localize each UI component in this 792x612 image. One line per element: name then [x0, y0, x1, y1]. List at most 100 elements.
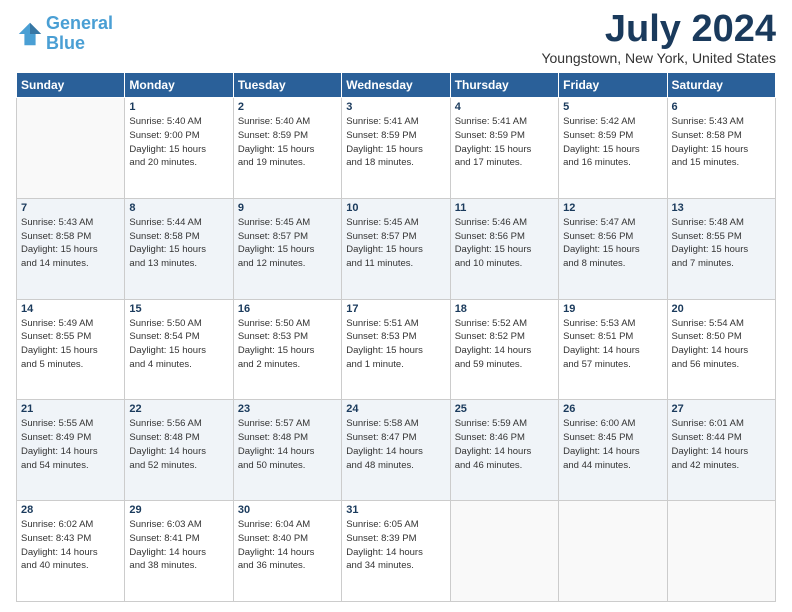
day-info: Sunrise: 5:54 AM Sunset: 8:50 PM Dayligh… — [672, 317, 771, 372]
logo-text: General Blue — [46, 14, 113, 54]
table-row: 10Sunrise: 5:45 AM Sunset: 8:57 PM Dayli… — [342, 198, 450, 299]
day-number: 1 — [129, 101, 228, 113]
day-info: Sunrise: 5:51 AM Sunset: 8:53 PM Dayligh… — [346, 317, 445, 372]
table-row: 12 Sunrise: 5:47 AM Sunset: 8:56 PM Dayli… — [559, 198, 667, 299]
day-info: Sunrise: 5:48 AM Sunset: 8:55 PM Dayligh… — [672, 216, 771, 271]
table-row: 28Sunrise: 6:02 AM Sunset: 8:43 PM Dayli… — [17, 501, 125, 602]
day-number: 13 — [672, 202, 771, 214]
day-info: Sunrise: 5:56 AM Sunset: 8:48 PM Dayligh… — [129, 417, 228, 472]
day-info: Sunrise: 5:44 AM Sunset: 8:58 PM Dayligh… — [129, 216, 228, 271]
table-row — [450, 501, 558, 602]
day-info: Sunrise: 6:00 AM Sunset: 8:45 PM Dayligh… — [563, 417, 662, 472]
day-info: Sunrise: 6:04 AM Sunset: 8:40 PM Dayligh… — [238, 518, 337, 573]
day-number: 27 — [672, 403, 771, 415]
day-number: 28 — [21, 504, 120, 516]
day-info: Sunrise: 5:41 AM Sunset: 8:59 PM Dayligh… — [455, 115, 554, 170]
day-info: Sunrise: 5:57 AM Sunset: 8:48 PM Dayligh… — [238, 417, 337, 472]
table-row: 25 Sunrise: 5:59 AM Sunset: 8:46 PM Dayli… — [450, 400, 558, 501]
day-info: Sunrise: 6:03 AM Sunset: 8:41 PM Dayligh… — [129, 518, 228, 573]
col-monday: Monday — [125, 73, 233, 98]
day-number: 30 — [238, 504, 337, 516]
table-row: 20Sunrise: 5:54 AM Sunset: 8:50 PM Dayli… — [667, 299, 775, 400]
day-number: 7 — [21, 202, 120, 214]
table-row: 14 Sunrise: 5:49 AM Sunset: 8:55 PM Dayli… — [17, 299, 125, 400]
header: General Blue July 2024 Youngstown, New Y… — [16, 10, 776, 66]
day-info: Sunrise: 6:05 AM Sunset: 8:39 PM Dayligh… — [346, 518, 445, 573]
calendar-week-row: 21 Sunrise: 5:55 AM Sunset: 8:49 PM Dayli… — [17, 400, 776, 501]
table-row: 9 Sunrise: 5:45 AM Sunset: 8:57 PM Daylig… — [233, 198, 341, 299]
calendar-week-row: 1Sunrise: 5:40 AM Sunset: 9:00 PM Daylig… — [17, 98, 776, 199]
col-wednesday: Wednesday — [342, 73, 450, 98]
table-row: 5Sunrise: 5:42 AM Sunset: 8:59 PM Daylig… — [559, 98, 667, 199]
page: General Blue July 2024 Youngstown, New Y… — [0, 0, 792, 612]
day-number: 6 — [672, 101, 771, 113]
day-info: Sunrise: 5:47 AM Sunset: 8:56 PM Dayligh… — [563, 216, 662, 271]
table-row — [559, 501, 667, 602]
table-row: 4 Sunrise: 5:41 AM Sunset: 8:59 PM Daylig… — [450, 98, 558, 199]
day-number: 12 — [563, 202, 662, 214]
table-row: 23Sunrise: 5:57 AM Sunset: 8:48 PM Dayli… — [233, 400, 341, 501]
day-info: Sunrise: 5:53 AM Sunset: 8:51 PM Dayligh… — [563, 317, 662, 372]
calendar-table: Sunday Monday Tuesday Wednesday Thursday… — [16, 72, 776, 602]
day-number: 21 — [21, 403, 120, 415]
day-info: Sunrise: 5:46 AM Sunset: 8:56 PM Dayligh… — [455, 216, 554, 271]
day-info: Sunrise: 5:41 AM Sunset: 8:59 PM Dayligh… — [346, 115, 445, 170]
day-info: Sunrise: 5:45 AM Sunset: 8:57 PM Dayligh… — [238, 216, 337, 271]
day-info: Sunrise: 5:59 AM Sunset: 8:46 PM Dayligh… — [455, 417, 554, 472]
month-title: July 2024 — [541, 10, 776, 48]
day-number: 31 — [346, 504, 445, 516]
title-block: July 2024 Youngstown, New York, United S… — [541, 10, 776, 66]
day-number: 24 — [346, 403, 445, 415]
day-info: Sunrise: 6:01 AM Sunset: 8:44 PM Dayligh… — [672, 417, 771, 472]
table-row: 29 Sunrise: 6:03 AM Sunset: 8:41 PM Dayli… — [125, 501, 233, 602]
table-row: 31 Sunrise: 6:05 AM Sunset: 8:39 PM Dayli… — [342, 501, 450, 602]
day-number: 25 — [455, 403, 554, 415]
day-number: 14 — [21, 303, 120, 315]
table-row: 8 Sunrise: 5:44 AM Sunset: 8:58 PM Daylig… — [125, 198, 233, 299]
table-row: 1Sunrise: 5:40 AM Sunset: 9:00 PM Daylig… — [125, 98, 233, 199]
table-row: 3 Sunrise: 5:41 AM Sunset: 8:59 PM Daylig… — [342, 98, 450, 199]
day-number: 3 — [346, 101, 445, 113]
table-row: 18 Sunrise: 5:52 AM Sunset: 8:52 PM Dayli… — [450, 299, 558, 400]
day-number: 5 — [563, 101, 662, 113]
calendar-week-row: 28Sunrise: 6:02 AM Sunset: 8:43 PM Dayli… — [17, 501, 776, 602]
table-row: 21 Sunrise: 5:55 AM Sunset: 8:49 PM Dayli… — [17, 400, 125, 501]
table-row: 19Sunrise: 5:53 AM Sunset: 8:51 PM Dayli… — [559, 299, 667, 400]
day-number: 9 — [238, 202, 337, 214]
table-row: 13 Sunrise: 5:48 AM Sunset: 8:55 PM Dayli… — [667, 198, 775, 299]
table-row: 22 Sunrise: 5:56 AM Sunset: 8:48 PM Dayli… — [125, 400, 233, 501]
day-number: 15 — [129, 303, 228, 315]
calendar-week-row: 7 Sunrise: 5:43 AM Sunset: 8:58 PM Daylig… — [17, 198, 776, 299]
table-row: 15 Sunrise: 5:50 AM Sunset: 8:54 PM Dayli… — [125, 299, 233, 400]
table-row: 6Sunrise: 5:43 AM Sunset: 8:58 PM Daylig… — [667, 98, 775, 199]
table-row: 24 Sunrise: 5:58 AM Sunset: 8:47 PM Dayli… — [342, 400, 450, 501]
calendar-week-row: 14 Sunrise: 5:49 AM Sunset: 8:55 PM Dayli… — [17, 299, 776, 400]
day-info: Sunrise: 5:49 AM Sunset: 8:55 PM Dayligh… — [21, 317, 120, 372]
day-info: Sunrise: 5:58 AM Sunset: 8:47 PM Dayligh… — [346, 417, 445, 472]
day-info: Sunrise: 5:50 AM Sunset: 8:54 PM Dayligh… — [129, 317, 228, 372]
day-info: Sunrise: 5:40 AM Sunset: 8:59 PM Dayligh… — [238, 115, 337, 170]
table-row — [667, 501, 775, 602]
table-row: 16Sunrise: 5:50 AM Sunset: 8:53 PM Dayli… — [233, 299, 341, 400]
day-number: 8 — [129, 202, 228, 214]
col-thursday: Thursday — [450, 73, 558, 98]
table-row: 11Sunrise: 5:46 AM Sunset: 8:56 PM Dayli… — [450, 198, 558, 299]
col-friday: Friday — [559, 73, 667, 98]
day-number: 10 — [346, 202, 445, 214]
day-info: Sunrise: 5:52 AM Sunset: 8:52 PM Dayligh… — [455, 317, 554, 372]
table-row: 2Sunrise: 5:40 AM Sunset: 8:59 PM Daylig… — [233, 98, 341, 199]
logo-icon — [16, 20, 44, 48]
day-number: 18 — [455, 303, 554, 315]
day-number: 22 — [129, 403, 228, 415]
day-info: Sunrise: 5:55 AM Sunset: 8:49 PM Dayligh… — [21, 417, 120, 472]
table-row — [17, 98, 125, 199]
table-row: 17Sunrise: 5:51 AM Sunset: 8:53 PM Dayli… — [342, 299, 450, 400]
day-number: 26 — [563, 403, 662, 415]
day-info: Sunrise: 5:43 AM Sunset: 8:58 PM Dayligh… — [21, 216, 120, 271]
day-number: 4 — [455, 101, 554, 113]
table-row: 7 Sunrise: 5:43 AM Sunset: 8:58 PM Daylig… — [17, 198, 125, 299]
col-sunday: Sunday — [17, 73, 125, 98]
col-tuesday: Tuesday — [233, 73, 341, 98]
logo: General Blue — [16, 14, 113, 54]
day-number: 29 — [129, 504, 228, 516]
